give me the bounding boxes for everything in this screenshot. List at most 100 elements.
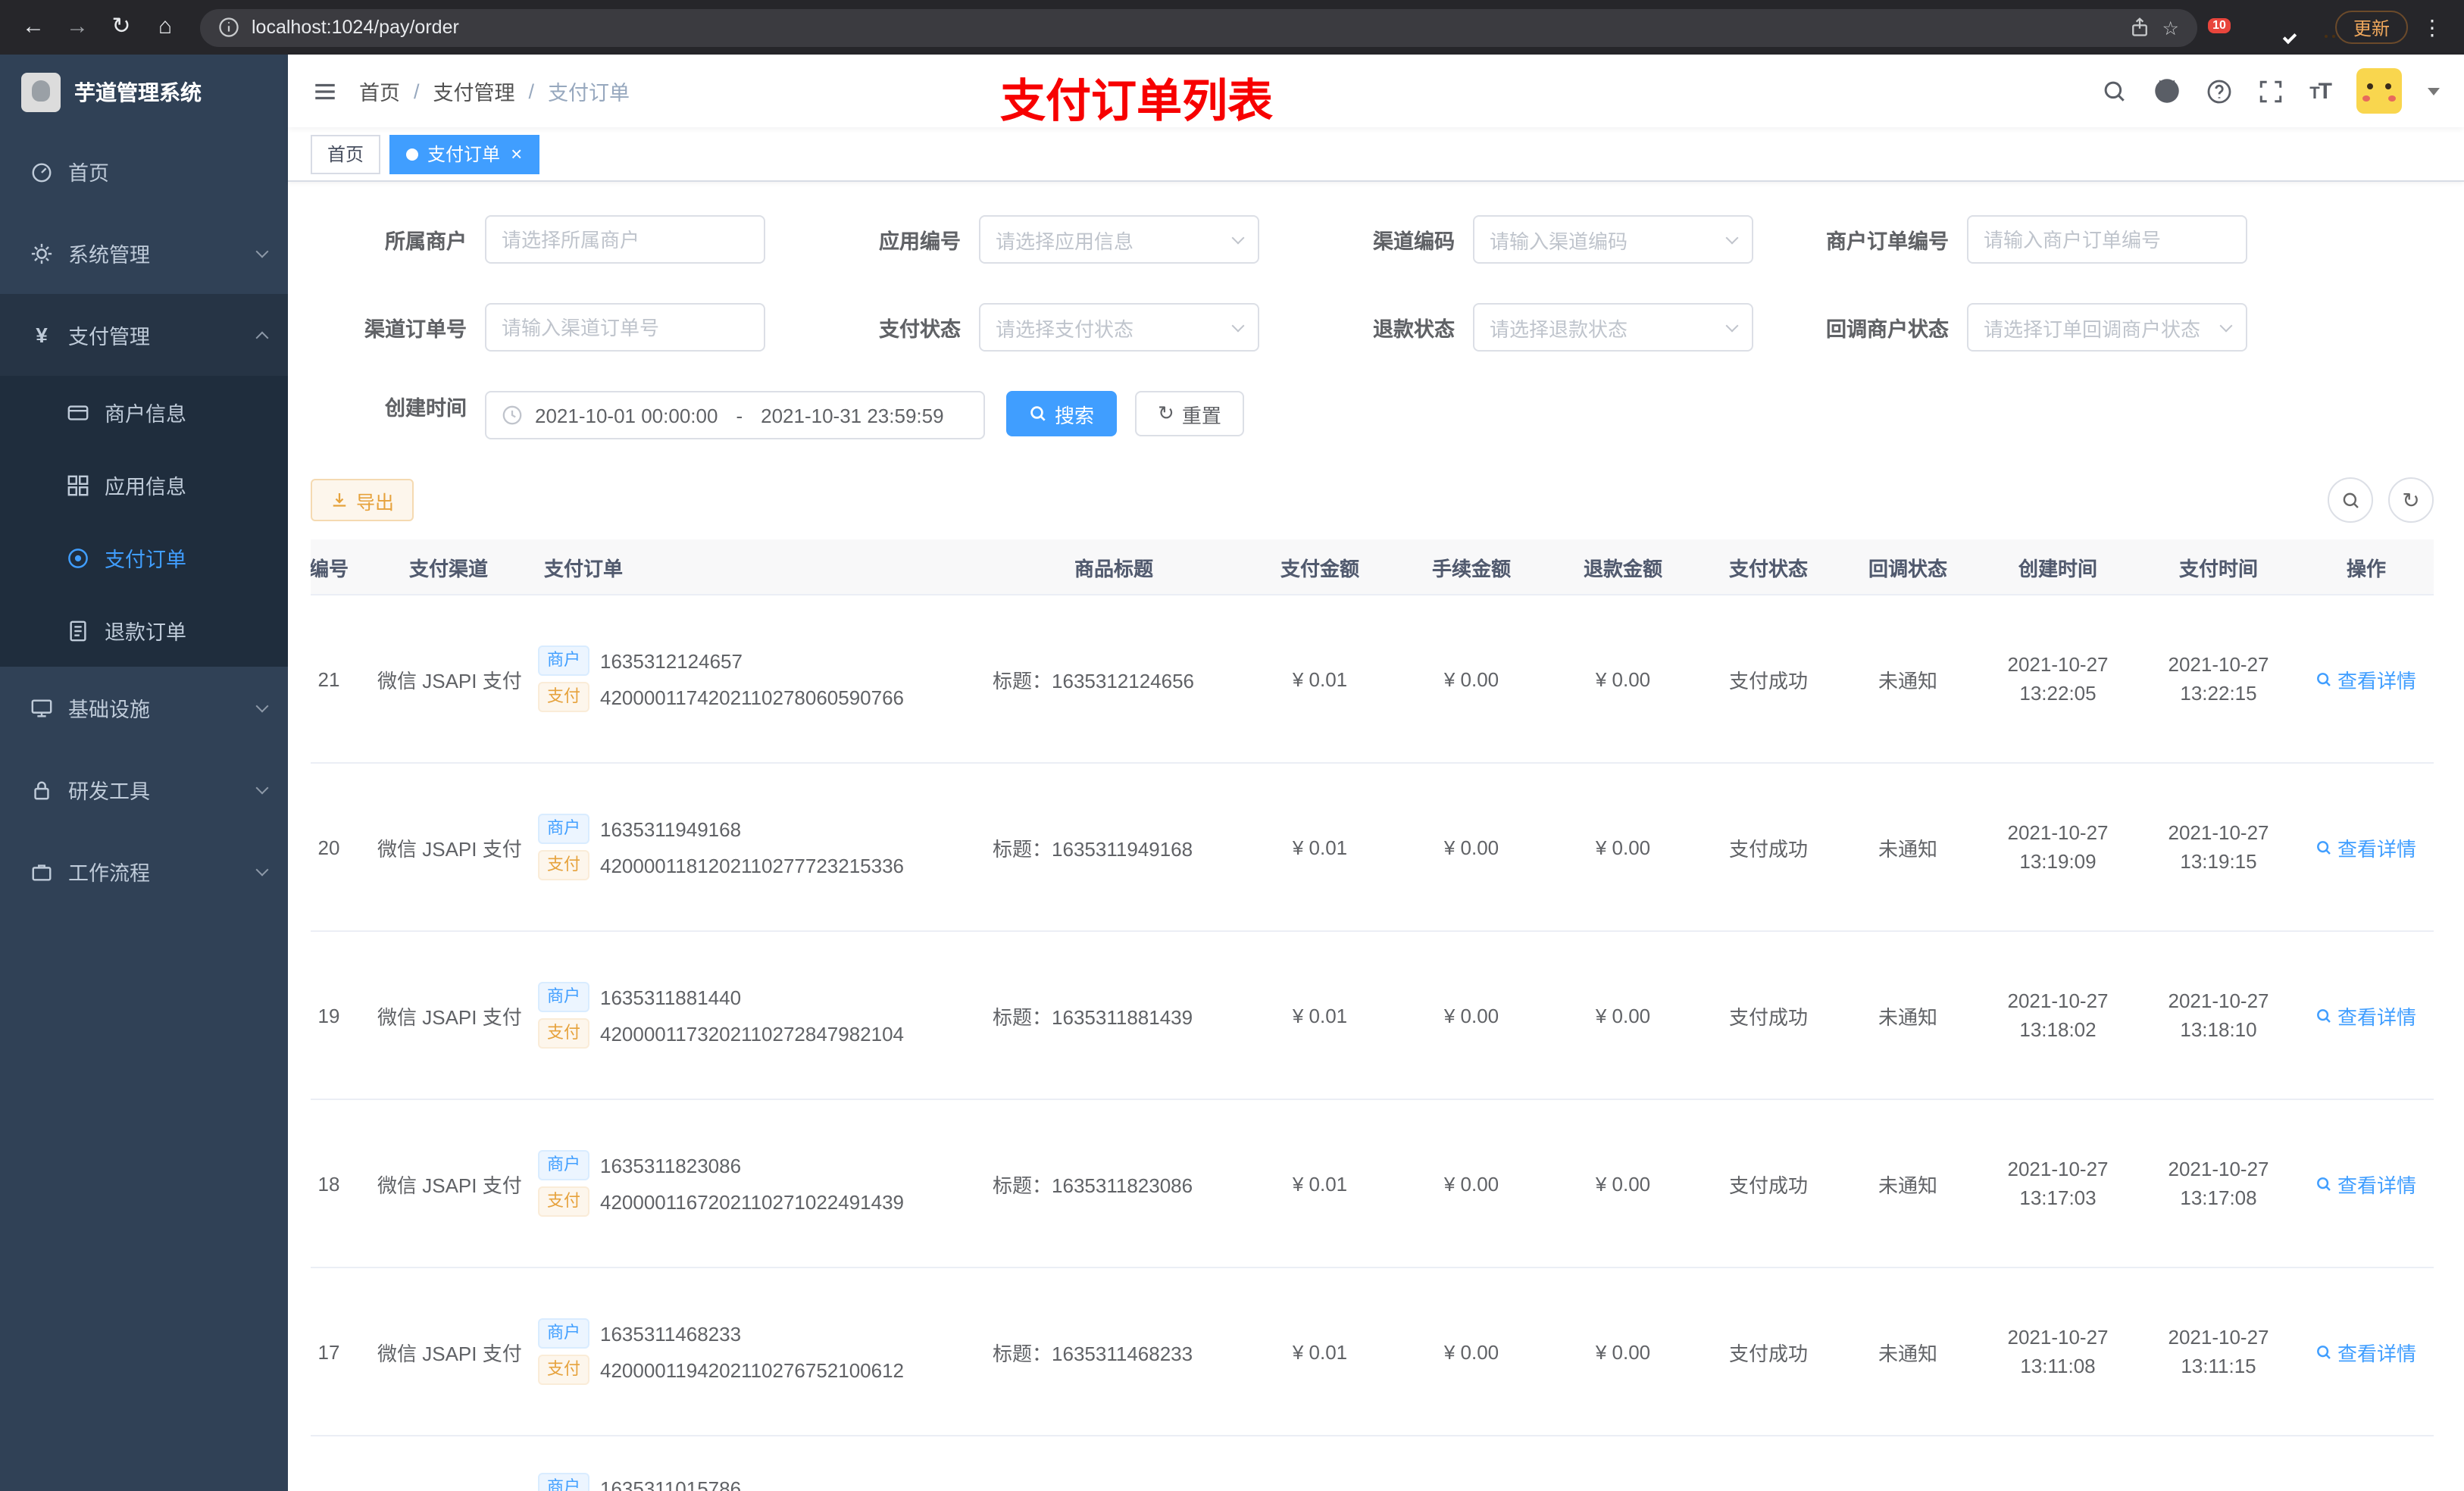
clock-icon — [502, 405, 523, 426]
sidebar: 芋道管理系统 首页 系统管理 ¥ 支付管理 商户信息 应用信息 支付订单 退款订… — [0, 55, 288, 1491]
channel-code-select[interactable]: 请输入渠道编码 — [1473, 215, 1753, 264]
sidebar-item-refund-order[interactable]: 退款订单 — [0, 594, 288, 667]
url-text: localhost:1024/pay/order — [252, 17, 459, 38]
search-button[interactable]: 搜索 — [1006, 391, 1118, 436]
sidebar-item-app-info[interactable]: 应用信息 — [0, 449, 288, 521]
sidebar-item-pay-order[interactable]: 支付订单 — [0, 521, 288, 594]
app-select[interactable]: 请选择应用信息 — [979, 215, 1259, 264]
merchant-order-no-input[interactable] — [1967, 215, 2247, 264]
home-icon[interactable]: ⌂ — [147, 9, 183, 45]
cell-notify-status: 未通知 — [1878, 1005, 1937, 1028]
bookmark-star-icon[interactable]: ☆ — [2162, 16, 2179, 39]
breadcrumb: 首页 / 支付管理 / 支付订单 — [359, 76, 630, 106]
sidebar-item-devtools[interactable]: 研发工具 — [0, 749, 288, 830]
cell-pay-time: 2021-10-27 13:18:10 — [2168, 989, 2269, 1041]
github-icon[interactable] — [2153, 77, 2181, 105]
filter-row-2: 渠道订单号 支付状态 请选择支付状态 退款状态 请选择退款状态 — [311, 303, 2434, 352]
col-channel: 支付渠道 — [408, 557, 488, 580]
refund-status-select[interactable]: 请选择退款状态 — [1473, 303, 1753, 352]
merchant-tag: 商户 — [538, 1473, 589, 1491]
font-size-icon[interactable]: TT — [2309, 78, 2332, 104]
tab-pay-order[interactable]: 支付订单 × — [389, 134, 539, 173]
browser-menu-icon[interactable]: ⋮ — [2416, 14, 2449, 40]
view-detail-link[interactable]: 查看详情 — [2316, 664, 2416, 693]
user-menu-caret-icon[interactable] — [2428, 87, 2440, 95]
date-range-input[interactable]: 2021-10-01 00:00:00 - 2021-10-31 23:59:5… — [485, 391, 985, 439]
forward-icon[interactable]: → — [59, 9, 95, 45]
channel-order-no-input[interactable] — [485, 303, 765, 352]
cell-id — [311, 1436, 368, 1473]
reload-icon[interactable]: ↻ — [103, 9, 139, 45]
reset-button[interactable]: ↻ 重置 — [1135, 391, 1244, 436]
callback-status-select[interactable]: 请选择订单回调商户状态 — [1967, 303, 2247, 352]
cell-actions: 查看详情 — [2299, 664, 2434, 693]
breadcrumb-home[interactable]: 首页 — [359, 76, 400, 106]
view-detail-link[interactable]: 查看详情 — [2316, 1169, 2416, 1198]
browser-update-button[interactable]: 更新 — [2334, 11, 2408, 44]
sidebar-item-workflow[interactable]: 工作流程 — [0, 830, 288, 912]
yen-icon: ¥ — [36, 323, 48, 347]
sidebar-item-home[interactable]: 首页 — [0, 130, 288, 212]
cell-notify-status: 未通知 — [1878, 669, 1937, 692]
refresh-icon: ↻ — [1158, 402, 1174, 424]
sidebar-item-label: 支付管理 — [68, 326, 150, 349]
cell-actions: 查看详情 — [2299, 1337, 2434, 1366]
refresh-table-button[interactable]: ↻ — [2388, 477, 2434, 523]
share-icon[interactable] — [2129, 17, 2150, 38]
address-bar[interactable]: localhost:1024/pay/order ☆ — [200, 8, 2197, 46]
cell-pay-status: 支付成功 — [1728, 669, 1808, 692]
sidebar-item-payment[interactable]: ¥ 支付管理 — [0, 294, 288, 376]
pay-no: 4200001181202110277723215336 — [600, 854, 905, 877]
fullscreen-icon[interactable] — [2258, 78, 2284, 104]
page-content: 所属商户 应用编号 请选择应用信息 渠道编码 请输入渠道编码 — [288, 182, 2464, 1491]
view-detail-link[interactable]: 查看详情 — [2316, 1337, 2416, 1366]
tab-close-icon[interactable]: × — [511, 144, 522, 164]
sidebar-item-merchant-info[interactable]: 商户信息 — [0, 376, 288, 449]
filter-label: 支付状态 — [879, 318, 961, 341]
table-row: 17 微信 JSAPI 支付 商户 1635311468233 支付 4200001… — [311, 1268, 2434, 1436]
col-title: 商品标题 — [1074, 557, 1153, 580]
back-icon[interactable]: ← — [15, 9, 52, 45]
app-logo[interactable]: 芋道管理系统 — [0, 55, 288, 130]
col-refund-amount: 退款金额 — [1583, 557, 1662, 580]
sidebar-toggle-icon[interactable] — [312, 78, 338, 104]
main-area: 首页 / 支付管理 / 支付订单 TT 首页 支付订单 × 所属商户 请选择所属… — [288, 55, 2464, 1491]
sidebar-item-infrastructure[interactable]: 基础设施 — [0, 667, 288, 749]
browser-chrome: ← → ↻ ⌂ localhost:1024/pay/order ☆ 10 更新… — [0, 0, 2464, 55]
table-row: 20 微信 JSAPI 支付 商户 1635311949168 支付 4200001… — [311, 764, 2434, 932]
page: ← → ↻ ⌂ localhost:1024/pay/order ☆ 10 更新… — [0, 0, 2464, 1491]
merchant-no: 1635311468233 — [600, 1322, 742, 1345]
view-detail-link[interactable]: 查看详情 — [2316, 833, 2416, 861]
cell-fee-amount: ¥ 0.00 — [1443, 1004, 1499, 1027]
pay-no: 4200001174202110278060590766 — [600, 686, 905, 708]
cell-channel: 微信 JSAPI 支付 — [377, 837, 522, 860]
view-detail-link[interactable]: 查看详情 — [2316, 1001, 2416, 1030]
sidebar-item-label: 系统管理 — [68, 244, 150, 267]
export-button[interactable]: 导出 — [311, 479, 414, 521]
pay-tag: 支付 — [538, 1355, 589, 1385]
sidebar-item-label: 工作流程 — [68, 862, 150, 885]
help-icon[interactable] — [2206, 78, 2232, 104]
tags-view-bar: 首页 支付订单 × — [288, 127, 2464, 182]
sidebar-item-label: 退款订单 — [105, 621, 186, 644]
col-notify-status: 回调状态 — [1868, 557, 1947, 580]
search-icon[interactable] — [2102, 78, 2128, 104]
site-info-icon[interactable] — [218, 17, 239, 38]
pay-status-select[interactable]: 请选择支付状态 — [979, 303, 1259, 352]
toggle-search-button[interactable] — [2328, 477, 2373, 523]
user-avatar[interactable] — [2356, 68, 2402, 114]
cell-refund-amount: ¥ 0.00 — [1595, 1340, 1651, 1363]
merchant-no: 1635312124657 — [600, 649, 743, 672]
col-pay-order: 支付订单 — [544, 557, 624, 580]
app-header: 首页 / 支付管理 / 支付订单 TT — [288, 55, 2464, 127]
cell-notify-status: 未通知 — [1878, 1342, 1937, 1364]
cell-channel: 微信 JSAPI 支付 — [377, 1005, 522, 1028]
merchant-input[interactable] — [485, 215, 765, 264]
sidebar-item-system[interactable]: 系统管理 — [0, 212, 288, 294]
cell-pay-time: 2021-10-27 13:11:15 — [2168, 1326, 2269, 1377]
breadcrumb-pay-manage[interactable]: 支付管理 — [433, 76, 515, 106]
pay-no: 4200001173202110272847982104 — [600, 1022, 905, 1045]
extension-badge: 10 — [2208, 18, 2231, 33]
cell-pay-order: 商户 1635311468233 支付 4200001194202110276752… — [529, 1312, 983, 1391]
tab-home[interactable]: 首页 — [311, 134, 381, 173]
